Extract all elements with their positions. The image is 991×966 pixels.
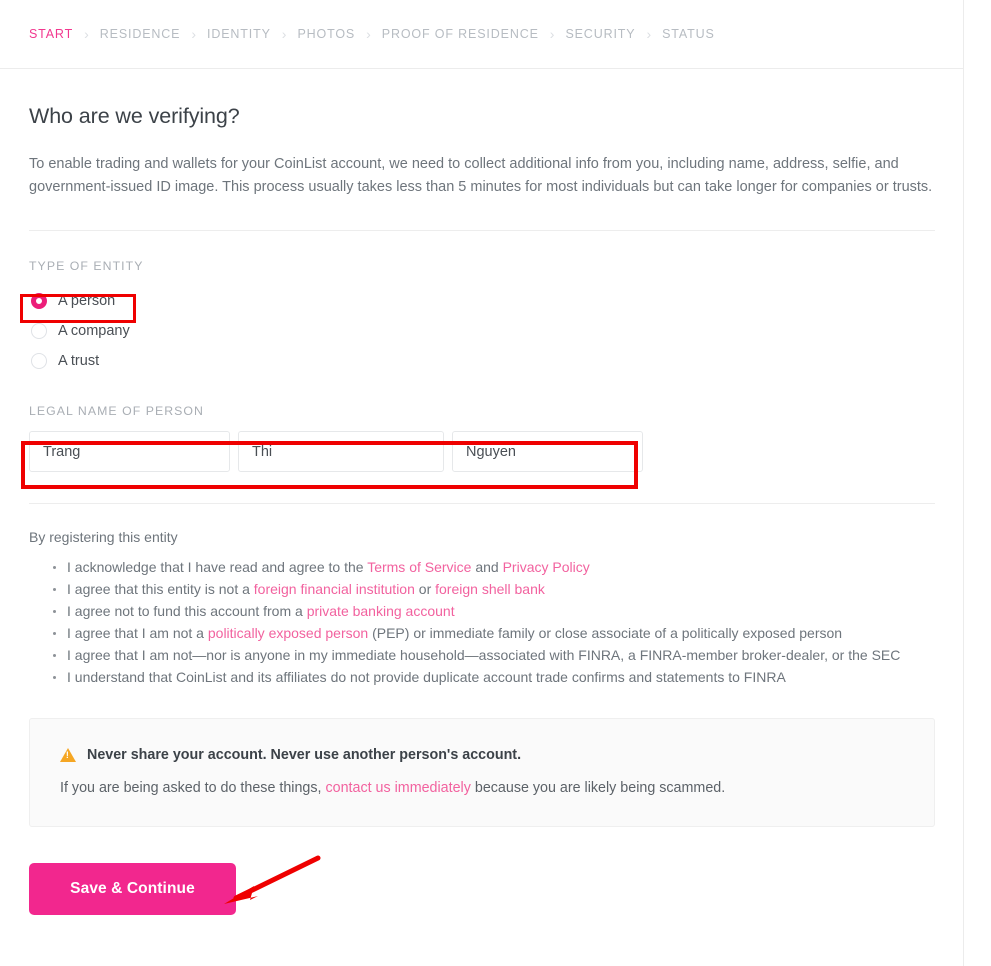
- warning-triangle-icon: [60, 747, 76, 762]
- inline-text: I agree that I am not—nor is anyone in m…: [67, 647, 901, 663]
- agreement-item: I agree not to fund this account from a …: [53, 601, 935, 623]
- inline-link[interactable]: private banking account: [307, 603, 455, 619]
- radio-icon-a-trust[interactable]: [31, 353, 47, 369]
- entity-option-a-trust[interactable]: A trust: [29, 346, 935, 376]
- inline-text: I agree that this entity is not a: [67, 581, 254, 597]
- radio-icon-a-company[interactable]: [31, 323, 47, 339]
- inline-text: I agree that I am not a: [67, 625, 208, 641]
- radio-icon-a-person[interactable]: [31, 293, 47, 309]
- inline-link[interactable]: politically exposed person: [208, 625, 368, 641]
- verification-page: START › RESIDENCE › IDENTITY › PHOTOS › PROOF OF…: [0, 0, 991, 966]
- inline-link[interactable]: foreign shell bank: [435, 581, 545, 597]
- inline-text: I agree not to fund this account from a: [67, 603, 307, 619]
- agreement-item: I agree that I am not a politically expo…: [53, 623, 935, 645]
- inline-text: and: [471, 559, 503, 575]
- entity-option-label: A person: [58, 293, 116, 309]
- inline-link[interactable]: Terms of Service: [367, 559, 471, 575]
- agreement-item: I acknowledge that I have read and agree…: [53, 557, 935, 579]
- agreement-item: I understand that CoinList and its affil…: [53, 667, 935, 689]
- agreement-item: I agree that I am not—nor is anyone in m…: [53, 645, 935, 667]
- inline-text: I understand that CoinList and its affil…: [67, 669, 786, 685]
- page-frame: [0, 0, 964, 966]
- inline-link[interactable]: foreign financial institution: [254, 581, 415, 597]
- inline-text: or: [414, 581, 436, 597]
- inline-text: (PEP) or immediate family or close assoc…: [368, 625, 843, 641]
- entity-option-label: A company: [58, 323, 130, 339]
- inline-link[interactable]: Privacy Policy: [503, 559, 590, 575]
- agreement-item: I agree that this entity is not a foreig…: [53, 579, 935, 601]
- entity-type-radio-group[interactable]: A person A company A trust: [29, 286, 935, 376]
- agreements-list: I acknowledge that I have read and agree…: [29, 557, 935, 689]
- entity-option-a-company[interactable]: A company: [29, 316, 935, 346]
- inline-text: I acknowledge that I have read and agree…: [67, 559, 368, 575]
- entity-option-a-person[interactable]: A person: [29, 286, 935, 316]
- entity-option-label: A trust: [58, 353, 100, 369]
